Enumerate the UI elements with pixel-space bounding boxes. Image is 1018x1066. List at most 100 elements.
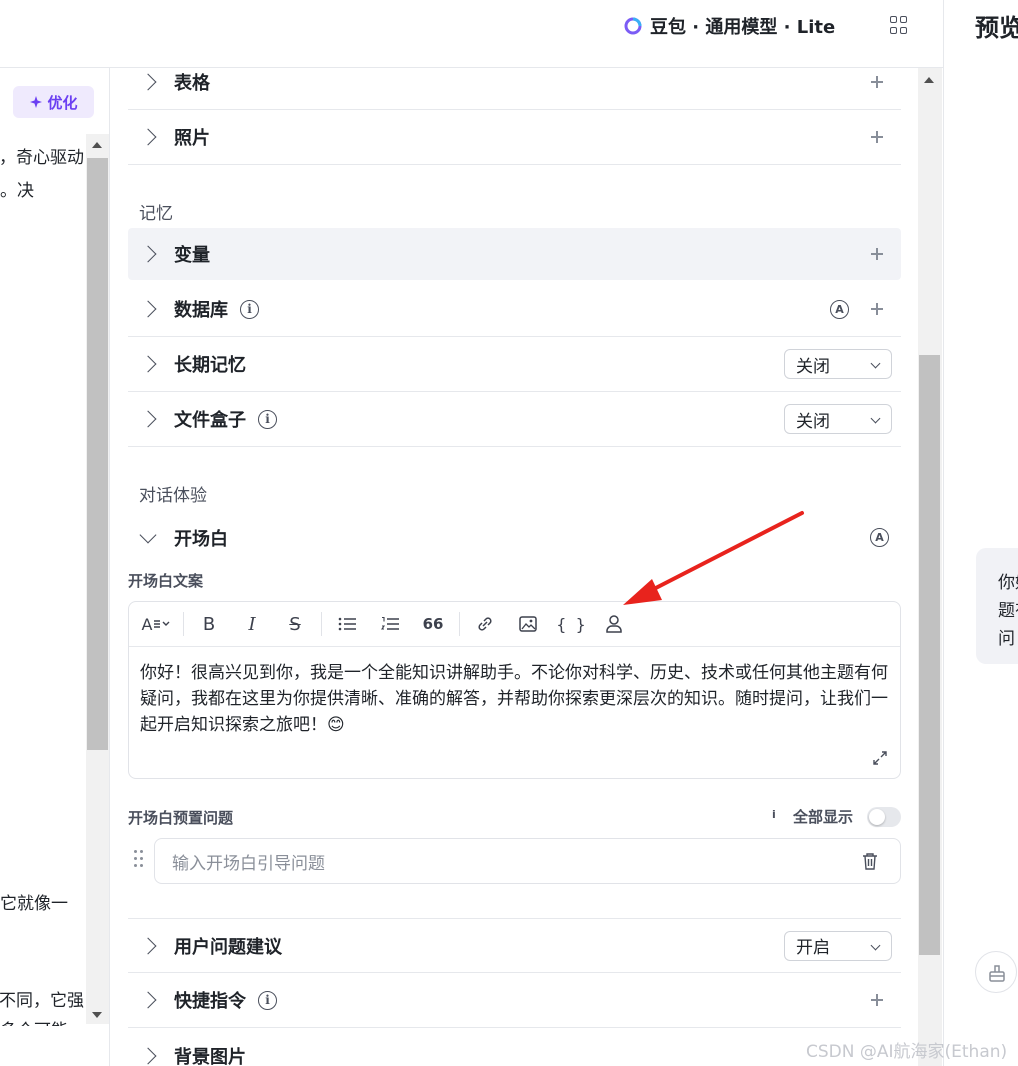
show-all-label: 全部显示 [793, 808, 854, 826]
row-label: 数据库 [174, 300, 228, 321]
info-icon[interactable]: i [240, 299, 259, 319]
row-file-box[interactable]: 文件盒子 i 关闭 [128, 392, 901, 447]
row-label: 快捷指令 [174, 991, 246, 1012]
editor-toolbar: A B I S 66 { } [129, 602, 900, 647]
auto-mode-icon[interactable]: A [830, 300, 849, 319]
prompt-panel: 优化 奇心驱动， 决。 它就像一 不同，它强 多个可能 [0, 68, 110, 1066]
quote-icon[interactable]: 66 [416, 609, 450, 639]
chevron-right-icon [139, 300, 157, 318]
info-icon[interactable]: i [258, 409, 277, 429]
row-label: 变量 [174, 245, 210, 266]
config-panel: 表格 照片 记忆 变量 数据库 i A 长期记忆 关闭 文件盒子 i 关闭 对话… [128, 68, 901, 1066]
scroll-thumb[interactable] [919, 355, 940, 955]
info-icon[interactable]: i [258, 990, 277, 1010]
chevron-down-icon [870, 940, 881, 950]
preset-question-input[interactable]: 输入开场白引导问题 [154, 838, 901, 884]
row-label: 长期记忆 [174, 355, 246, 376]
italic-icon[interactable]: I [235, 609, 269, 639]
preview-panel: 你好 题有 问 [943, 0, 1018, 1066]
chevron-down-icon [870, 413, 881, 424]
trash-icon[interactable] [862, 853, 878, 870]
expand-icon[interactable] [872, 750, 888, 766]
broom-icon [989, 965, 1005, 982]
add-icon[interactable] [871, 303, 883, 315]
row-label: 文件盒子 [174, 410, 246, 431]
row-label: 背景图片 [174, 1046, 246, 1066]
chevron-right-icon [139, 991, 157, 1009]
row-long-memory[interactable]: 长期记忆 关闭 [128, 337, 901, 392]
info-icon[interactable]: i [772, 808, 789, 825]
link-icon[interactable] [468, 609, 502, 639]
font-style-icon[interactable]: A [138, 609, 174, 639]
scroll-down-icon[interactable] [92, 1012, 102, 1018]
row-table[interactable]: 表格 [128, 55, 901, 110]
clear-context-button[interactable] [975, 951, 1017, 993]
select-value: 关闭 [796, 356, 830, 377]
add-icon[interactable] [871, 131, 883, 143]
scroll-up-icon[interactable] [924, 77, 934, 83]
auto-mode-icon[interactable]: A [870, 528, 889, 547]
select-value: 关闭 [796, 411, 830, 432]
chevron-right-icon [139, 937, 157, 954]
optimize-label: 优化 [47, 93, 78, 112]
chevron-right-icon [139, 410, 157, 428]
prompt-scrollbar[interactable] [86, 134, 109, 1024]
chevron-down-icon [870, 358, 881, 369]
user-suggest-select[interactable]: 开启 [784, 930, 892, 961]
bullet-list-icon[interactable] [330, 609, 364, 639]
row-photo[interactable]: 照片 [128, 110, 901, 165]
user-variable-icon[interactable] [597, 609, 631, 639]
scroll-up-icon[interactable] [92, 142, 102, 148]
chevron-down-icon [139, 526, 157, 543]
config-scrollbar[interactable] [918, 68, 942, 1066]
chevron-right-icon [139, 245, 157, 263]
optimize-button[interactable]: 优化 [13, 86, 94, 118]
prompt-text-line: 决。 [0, 181, 34, 201]
chevron-right-icon [139, 128, 157, 146]
row-shortcut[interactable]: 快捷指令 i [128, 973, 901, 1028]
opener-copy-label: 开场白文案 [128, 572, 204, 590]
row-database[interactable]: 数据库 i A [128, 282, 901, 337]
bubble-line: 问 [998, 629, 1015, 649]
row-user-suggest[interactable]: 用户问题建议 开启 [128, 918, 901, 973]
doubao-logo-icon [624, 17, 642, 35]
opener-editor[interactable]: A B I S 66 { } 你好！很高兴见到你，我是一个全能知识讲解助手。不论… [128, 601, 901, 779]
row-label: 照片 [174, 128, 210, 149]
chevron-right-icon [139, 73, 157, 91]
long-memory-select[interactable]: 关闭 [784, 349, 892, 379]
image-icon[interactable] [511, 609, 545, 639]
select-value: 开启 [796, 938, 830, 958]
opener-text[interactable]: 你好！很高兴见到你，我是一个全能知识讲解助手。不论你对科学、历史、技术或任何其他… [140, 660, 892, 738]
row-label: 开场白 [174, 528, 228, 550]
prompt-text-line: 多个可能 [0, 1016, 84, 1026]
ordered-list-icon[interactable] [373, 609, 407, 639]
preset-questions-label: 开场白预置问题 [128, 809, 234, 827]
prompt-text-line: 它就像一 [0, 894, 68, 914]
watermark: CSDN @AI航海家(Ethan) [806, 1042, 1008, 1062]
show-all-toggle[interactable] [867, 807, 901, 827]
code-block-icon[interactable]: { } [554, 609, 588, 639]
sparkle-icon [30, 96, 43, 108]
row-opener[interactable]: 开场白 A [128, 510, 901, 565]
chevron-right-icon [139, 355, 157, 373]
prompt-text-line: 奇心驱动， [0, 148, 84, 168]
section-memory: 记忆 [139, 204, 173, 224]
bold-icon[interactable]: B [192, 609, 226, 639]
prompt-text-line: 不同，它强 [0, 991, 84, 1011]
add-icon[interactable] [871, 248, 883, 260]
section-dialog: 对话体验 [139, 486, 207, 506]
scroll-thumb[interactable] [87, 158, 108, 750]
apps-grid-icon[interactable] [890, 16, 908, 34]
chat-bubble: 你好 题有 问 [976, 548, 1018, 664]
row-background[interactable]: 背景图片 [128, 1028, 901, 1066]
row-variable[interactable]: 变量 [128, 228, 901, 280]
add-icon[interactable] [871, 76, 883, 88]
add-icon[interactable] [871, 994, 883, 1006]
file-box-select[interactable]: 关闭 [784, 404, 892, 434]
drag-handle-icon[interactable] [134, 850, 144, 868]
strikethrough-icon[interactable]: S [278, 609, 312, 639]
bubble-line: 你好 [998, 573, 1018, 593]
bubble-line: 题有 [998, 601, 1018, 621]
chevron-right-icon [139, 1047, 157, 1064]
model-selector[interactable]: 豆包 · 通用模型 · Lite [624, 14, 835, 38]
